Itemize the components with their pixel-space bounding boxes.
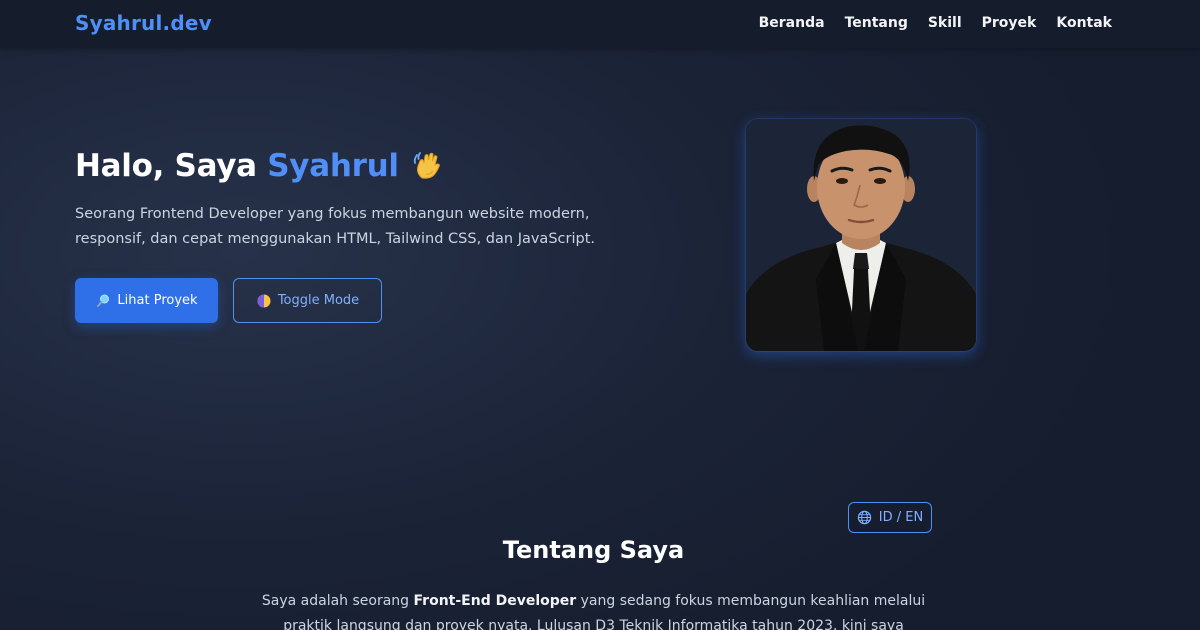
nav-link-tentang[interactable]: Tentang [845,15,908,31]
nav-links: Beranda Tentang Skill Proyek Kontak [759,15,1112,31]
nav-link-beranda[interactable]: Beranda [759,15,825,31]
half-moon-icon [256,293,272,309]
view-projects-button[interactable]: Lihat Proyek [75,278,218,323]
waving-hand-icon [411,148,445,182]
about-text-intro: Saya adalah seorang [261,593,414,609]
about-role-highlight: Front-End Developer [413,593,577,609]
hero-name: Syahrul [267,148,399,184]
language-toggle-button[interactable]: ID / EN [848,502,932,533]
about-text: Saya adalah seorang Front-End Developer … [250,589,937,630]
magnifier-icon [95,293,111,309]
globe-icon [857,510,873,526]
view-projects-label: Lihat Proyek [117,293,198,308]
language-toggle-label: ID / EN [878,510,924,525]
toggle-mode-button[interactable]: Toggle Mode [233,278,382,323]
hero-description: Seorang Frontend Developer yang fokus me… [75,206,595,247]
nav-link-skill[interactable]: Skill [928,15,962,31]
profile-photo [746,119,976,351]
about-title: Tentang Saya [502,536,685,564]
hero-title: Halo, Saya Syahrul [75,148,445,184]
profile-photo-illustration [746,119,976,351]
hero-greeting: Halo, Saya [75,148,268,184]
brand-logo[interactable]: Syahrul.dev [75,11,212,35]
toggle-mode-label: Toggle Mode [277,293,360,308]
nav-link-proyek[interactable]: Proyek [982,15,1037,31]
nav-link-kontak[interactable]: Kontak [1056,15,1112,31]
navbar: Syahrul.dev Beranda Tentang Skill Proyek… [0,0,1200,48]
